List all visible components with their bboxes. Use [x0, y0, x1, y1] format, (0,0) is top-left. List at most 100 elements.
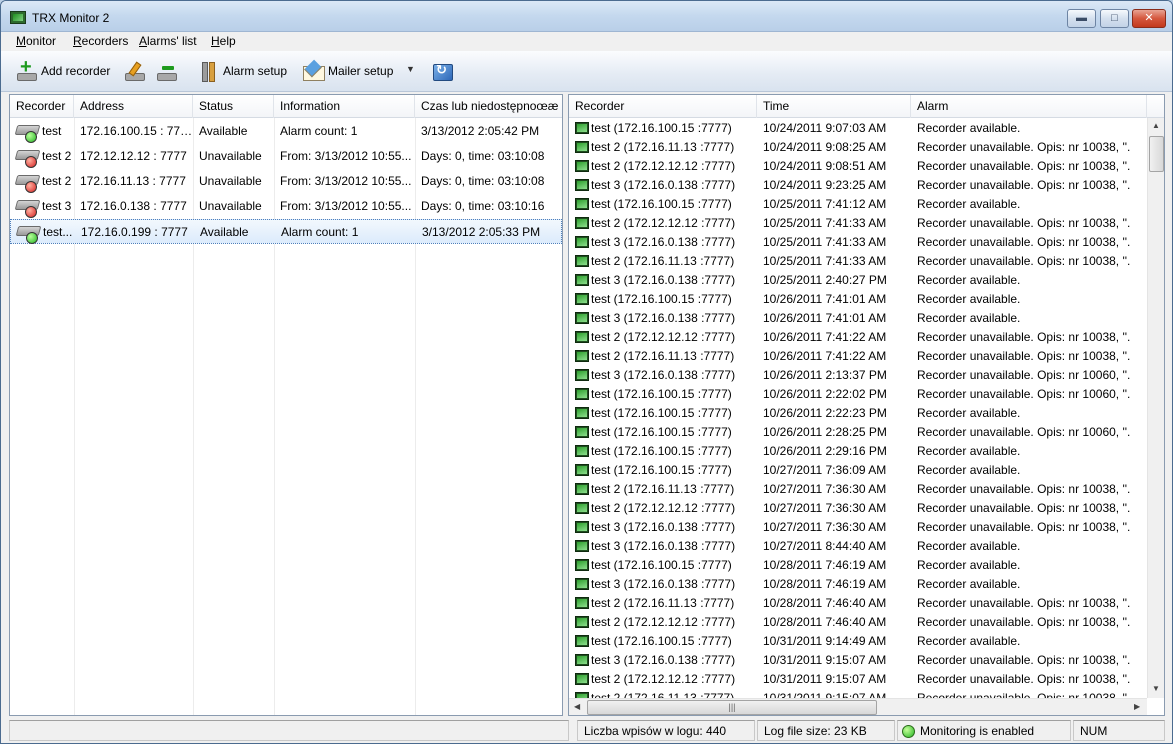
log-cell-alarm: Recorder unavailable. Opis: nr 10038, ''…: [917, 254, 1131, 268]
log-cell-recorder: test 2 (172.16.11.13 :7777): [591, 140, 735, 154]
log-cell-time: 10/31/2011 9:15:07 AM: [763, 653, 887, 667]
recorder-list[interactable]: Recorder Address Status Information Czas…: [9, 94, 563, 716]
refresh-button[interactable]: [431, 59, 453, 83]
menu-monitor[interactable]: Monitor: [16, 34, 56, 48]
log-row[interactable]: test 3 (172.16.0.138 :7777) 10/27/2011 7:…: [569, 518, 1139, 537]
monitor-icon: [575, 217, 589, 229]
scroll-down-icon[interactable]: ▼: [1152, 684, 1160, 693]
horizontal-scroll-thumb[interactable]: |||: [587, 700, 877, 715]
col-address[interactable]: Address: [74, 95, 193, 118]
recorder-row[interactable]: test 172.16.100.15 : 7777 Available Alarm c…: [10, 119, 562, 144]
log-row[interactable]: test 2 (172.12.12.12 :7777) 10/31/2011 9:…: [569, 670, 1139, 689]
log-row[interactable]: test 3 (172.16.0.138 :7777) 10/31/2011 9:…: [569, 651, 1139, 670]
minimize-button[interactable]: ▬: [1067, 9, 1096, 28]
mailer-setup-button[interactable]: Mailer setup: [302, 59, 393, 83]
recorder-cell-time: 3/13/2012 2:05:42 PM: [421, 124, 540, 138]
recorder-cell-info: From: 3/13/2012 10:55...: [280, 174, 412, 188]
monitor-icon: [575, 540, 589, 552]
log-row[interactable]: test 2 (172.12.12.12 :7777) 10/25/2011 7:…: [569, 214, 1139, 233]
alarm-log[interactable]: Recorder Time Alarm test (172.16.100.15 …: [568, 94, 1165, 716]
col-time[interactable]: Czas lub niedostępnoœæ: [415, 95, 562, 118]
col-log-alarm[interactable]: Alarm: [911, 95, 1147, 118]
col-status[interactable]: Status: [193, 95, 274, 118]
recorder-row[interactable]: test 2 172.12.12.12 : 7777 Unavailable From…: [10, 144, 562, 169]
menu-alarms-list[interactable]: Alarms' list: [139, 34, 197, 48]
log-row[interactable]: test 2 (172.12.12.12 :7777) 10/28/2011 7:…: [569, 613, 1139, 632]
menu-help[interactable]: Help: [211, 34, 236, 48]
vertical-scrollbar[interactable]: ▲ ▼: [1147, 118, 1164, 698]
log-cell-alarm: Recorder unavailable. Opis: nr 10038, ''…: [917, 691, 1131, 698]
recorder-row[interactable]: test... 172.16.0.199 : 7777 Available Alarm…: [10, 219, 562, 244]
log-row[interactable]: test (172.16.100.15 :7777) 10/27/2011 7:3…: [569, 461, 1139, 480]
horizontal-scrollbar[interactable]: ◀ ||| ▶: [569, 698, 1147, 715]
log-row[interactable]: test (172.16.100.15 :7777) 10/26/2011 2:2…: [569, 385, 1139, 404]
log-row[interactable]: test (172.16.100.15 :7777) 10/28/2011 7:4…: [569, 556, 1139, 575]
log-row[interactable]: test (172.16.100.15 :7777) 10/26/2011 2:2…: [569, 423, 1139, 442]
close-button[interactable]: ✕: [1132, 9, 1166, 28]
log-row[interactable]: test 3 (172.16.0.138 :7777) 10/24/2011 9:…: [569, 176, 1139, 195]
log-cell-recorder: test (172.16.100.15 :7777): [591, 406, 732, 420]
scroll-right-icon[interactable]: ▶: [1134, 702, 1140, 711]
log-cell-time: 10/26/2011 2:22:23 PM: [763, 406, 887, 420]
recorder-row[interactable]: test 2 172.16.11.13 : 7777 Unavailable From…: [10, 169, 562, 194]
log-row[interactable]: test 2 (172.16.11.13 :7777) 10/28/2011 7:…: [569, 594, 1139, 613]
log-cell-time: 10/25/2011 7:41:33 AM: [763, 254, 887, 268]
log-row[interactable]: test 2 (172.16.11.13 :7777) 10/26/2011 7:…: [569, 347, 1139, 366]
log-row[interactable]: test (172.16.100.15 :7777) 10/26/2011 2:2…: [569, 404, 1139, 423]
log-row[interactable]: test 3 (172.16.0.138 :7777) 10/27/2011 8:…: [569, 537, 1139, 556]
log-cell-time: 10/28/2011 7:46:19 AM: [763, 577, 887, 591]
log-row[interactable]: test 2 (172.12.12.12 :7777) 10/24/2011 9:…: [569, 157, 1139, 176]
log-cell-alarm: Recorder available.: [917, 577, 1021, 591]
log-cell-recorder: test (172.16.100.15 :7777): [591, 444, 732, 458]
mailer-dropdown-arrow-icon[interactable]: ▼: [406, 64, 415, 74]
vertical-scroll-thumb[interactable]: [1149, 136, 1164, 172]
recorder-cell-address: 172.12.12.12 : 7777: [80, 149, 187, 163]
log-cell-time: 10/31/2011 9:15:07 AM: [763, 691, 887, 698]
log-row[interactable]: test (172.16.100.15 :7777) 10/25/2011 7:4…: [569, 195, 1139, 214]
col-log-recorder[interactable]: Recorder: [569, 95, 757, 118]
remove-recorder-button[interactable]: [155, 59, 177, 83]
scroll-left-icon[interactable]: ◀: [574, 702, 580, 711]
add-recorder-button[interactable]: Add recorder: [15, 56, 110, 83]
log-row[interactable]: test 3 (172.16.0.138 :7777) 10/26/2011 7:…: [569, 309, 1139, 328]
col-log-time[interactable]: Time: [757, 95, 911, 118]
log-cell-alarm: Recorder unavailable. Opis: nr 10038, ''…: [917, 178, 1131, 192]
scroll-up-icon[interactable]: ▲: [1152, 121, 1160, 130]
log-cell-time: 10/25/2011 2:40:27 PM: [763, 273, 887, 287]
col-information[interactable]: Information: [274, 95, 415, 118]
status-log-size: Log file size: 23 KB: [757, 720, 895, 741]
recorder-row[interactable]: test 3 172.16.0.138 : 7777 Unavailable From…: [10, 194, 562, 219]
log-cell-alarm: Recorder available.: [917, 406, 1021, 420]
log-row[interactable]: test 2 (172.16.11.13 :7777) 10/31/2011 9:…: [569, 689, 1139, 698]
app-window: TRX Monitor 2 ▬ □ ✕ Monitor Recorders Al…: [0, 0, 1173, 744]
log-cell-time: 10/27/2011 7:36:30 AM: [763, 501, 887, 515]
log-cell-alarm: Recorder available.: [917, 121, 1021, 135]
recorder-cell-info: Alarm count: 1: [280, 124, 358, 138]
log-row[interactable]: test (172.16.100.15 :7777) 10/26/2011 2:2…: [569, 442, 1139, 461]
monitor-icon: [575, 426, 589, 438]
log-row[interactable]: test 2 (172.16.11.13 :7777) 10/24/2011 9:…: [569, 138, 1139, 157]
log-row[interactable]: test 3 (172.16.0.138 :7777) 10/25/2011 2:…: [569, 271, 1139, 290]
log-row[interactable]: test 3 (172.16.0.138 :7777) 10/26/2011 2:…: [569, 366, 1139, 385]
edit-recorder-button[interactable]: [123, 59, 145, 83]
log-row[interactable]: test 3 (172.16.0.138 :7777) 10/25/2011 7:…: [569, 233, 1139, 252]
log-row[interactable]: test (172.16.100.15 :7777) 10/26/2011 7:4…: [569, 290, 1139, 309]
col-recorder[interactable]: Recorder: [10, 95, 74, 118]
log-cell-alarm: Recorder available.: [917, 539, 1021, 553]
recorder-cell-name: test...: [43, 225, 73, 239]
recorder-cell-name: test: [42, 124, 62, 138]
log-row[interactable]: test 2 (172.12.12.12 :7777) 10/26/2011 7:…: [569, 328, 1139, 347]
recorder-cell-status: Unavailable: [199, 149, 262, 163]
log-row[interactable]: test (172.16.100.15 :7777) 10/24/2011 9:0…: [569, 119, 1139, 138]
alarm-setup-button[interactable]: Alarm setup: [197, 59, 287, 83]
monitor-icon: [575, 331, 589, 343]
log-row[interactable]: test 2 (172.16.11.13 :7777) 10/25/2011 7:…: [569, 252, 1139, 271]
menu-recorders[interactable]: Recorders: [73, 34, 128, 48]
title-bar[interactable]: TRX Monitor 2 ▬ □ ✕: [1, 1, 1172, 32]
maximize-button[interactable]: □: [1100, 9, 1129, 28]
log-row[interactable]: test 3 (172.16.0.138 :7777) 10/28/2011 7:…: [569, 575, 1139, 594]
log-row[interactable]: test 2 (172.12.12.12 :7777) 10/27/2011 7:…: [569, 499, 1139, 518]
log-row[interactable]: test (172.16.100.15 :7777) 10/31/2011 9:1…: [569, 632, 1139, 651]
log-row[interactable]: test 2 (172.16.11.13 :7777) 10/27/2011 7:…: [569, 480, 1139, 499]
monitor-icon: [575, 654, 589, 666]
